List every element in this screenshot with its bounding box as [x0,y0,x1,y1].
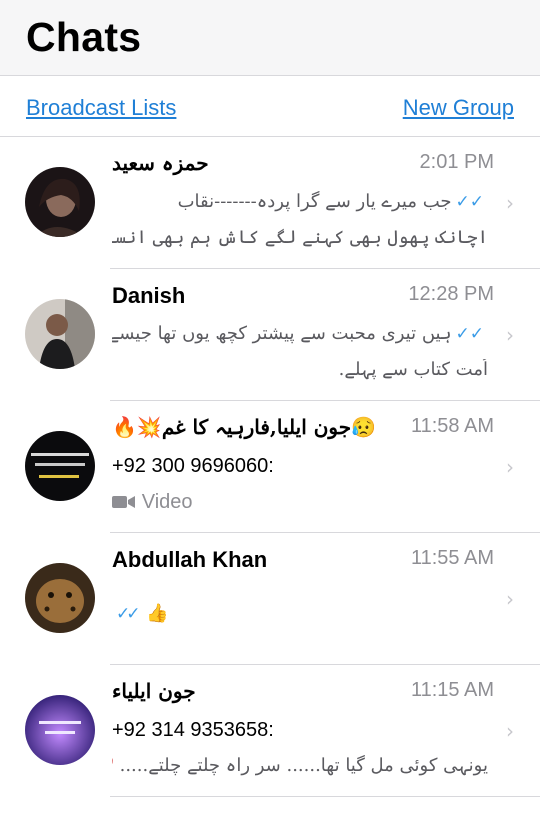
chat-row[interactable]: Abdullah Khan 11:55 AM ✓✓ 👍 › [0,533,540,665]
chat-actions-bar: Broadcast Lists New Group [0,77,540,137]
avatar [25,563,95,633]
video-camera-icon [112,492,142,513]
message-text-line-2: اُمت کتاب سے پہلے. [338,359,488,380]
message-preview-line: ✓✓ 👍 [112,603,488,624]
message-text: یونہی کوئی مل گیا تھا...... سرِ راہ چلتے… [119,755,488,776]
read-receipt-icon: ✓✓ [455,192,488,212]
read-receipt-icon: ✓✓ [455,324,488,344]
chevron-right-icon: › [506,191,514,215]
message-preview-line: یونہی کوئی مل گیا تھا...... سرِ راہ چلتے… [112,755,488,776]
attachment-label: Video [141,491,193,513]
message-text: جب میرے یار سے گرا پردہ-------نقاب [177,191,452,212]
message-text: ہیں تیری محبت سے پیشتر کچھ یوں تھا جیسے … [112,323,452,344]
chat-name: 🔥💥جون ایلیا,فارہیہ کا غم😥 [112,415,376,439]
chat-time: 11:15 AM [410,679,494,701]
broadcast-lists-link[interactable]: Broadcast Lists [26,95,176,121]
thumbs-up-icon: 👍 [146,603,169,624]
row-divider [110,796,540,797]
chat-row[interactable]: 🔥💥جون ایلیا,فارہیہ کا غم😥 11:58 AM +92 3… [0,401,540,533]
chat-time: 12:28 PM [408,283,494,305]
message-preview-line: ✓✓ہیں تیری محبت سے پیشتر کچھ یوں تھا جیس… [112,323,488,344]
avatar [25,695,95,765]
chat-row[interactable]: حمزہ سعید 2:01 PM ✓✓جب میرے یار سے گرا پ… [0,137,540,269]
read-receipt-icon: ✓✓ [116,604,140,624]
message-sender: +92 314 9353658: [112,719,274,741]
chat-time: 11:55 AM [410,547,494,569]
chat-name: حمزہ سعید [112,151,209,175]
message-sender: +92 300 9696060: [112,455,274,477]
avatar [25,167,95,237]
chevron-right-icon: › [506,719,514,743]
chat-time: 11:58 AM [410,415,494,437]
chat-row[interactable]: جون ایلیاء 11:15 AM +92 314 9353658: یون… [0,665,540,797]
chat-row[interactable]: Danish 12:28 PM ✓✓ہیں تیری محبت سے پیشتر… [0,269,540,401]
avatar [25,431,95,501]
avatar [25,299,95,369]
chevron-right-icon: › [506,323,514,347]
heart-icon: ❤️ [112,755,114,776]
chevron-right-icon: › [506,455,514,479]
message-text-line-2: اچانک پھول بھی کہنے لگے کاش ہم بھی انسان… [112,227,488,248]
new-group-link[interactable]: New Group [403,95,514,121]
navigation-bar: Chats [0,0,540,76]
chat-name: Danish [112,283,186,308]
message-preview-line: ✓✓جب میرے یار سے گرا پردہ-------نقاب [112,191,488,212]
chat-name: جون ایلیاء [112,679,196,703]
chat-name: Abdullah Khan [112,547,268,572]
page-title: Chats [26,14,142,60]
chat-time: 2:01 PM [419,151,494,173]
chevron-right-icon: › [506,587,514,611]
message-attachment: Video [112,491,488,514]
